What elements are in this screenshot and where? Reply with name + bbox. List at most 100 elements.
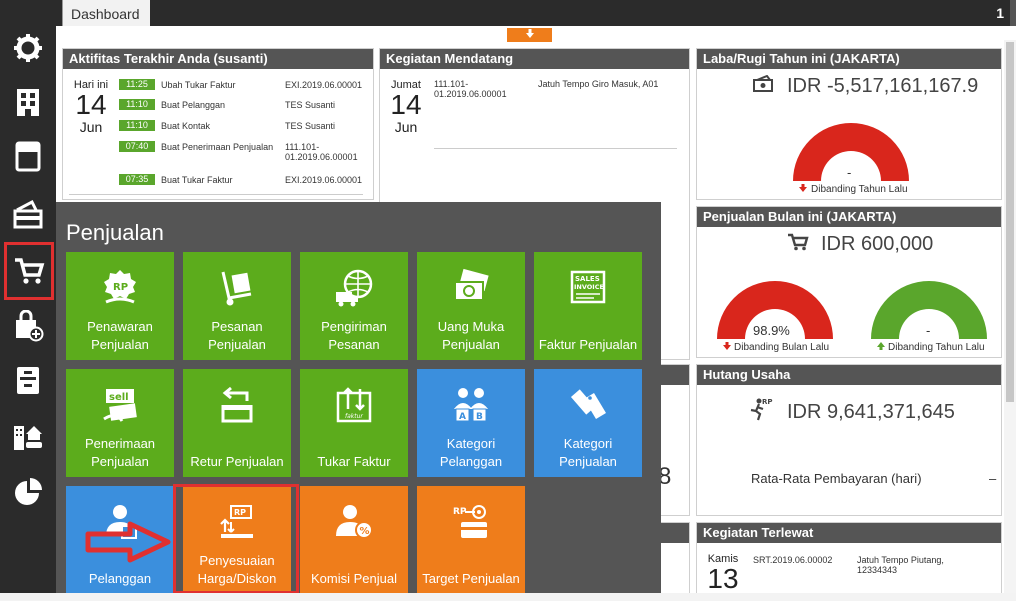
svg-text:%: % xyxy=(360,526,370,537)
tile-retur-penjualan[interactable]: Retur Penjualan xyxy=(183,369,291,477)
sidebar-item-inventory[interactable] xyxy=(6,358,50,402)
sidebar-item-cash-bank[interactable] xyxy=(6,192,50,236)
payable-panel-title: Hutang Usaha xyxy=(697,365,1001,385)
tile-label: Pengiriman Pesanan xyxy=(321,319,387,352)
top-right-handle xyxy=(1010,0,1016,26)
tile-kategori-pelanggan[interactable]: A B Kategori Pelanggan xyxy=(417,369,525,477)
arrow-down-icon xyxy=(525,29,534,38)
profit-note: Dibanding Tahun Lalu xyxy=(811,184,908,195)
highlight-box-annotation xyxy=(173,484,299,594)
activity-action[interactable]: Buat Pelanggan xyxy=(161,100,225,110)
activity-action[interactable]: Ubah Tukar Faktur xyxy=(161,80,236,90)
activity-action[interactable]: Buat Penerimaan Penjualan xyxy=(161,142,273,152)
tile-komisi-penjual[interactable]: % Komisi Penjual xyxy=(300,486,408,594)
svg-text:SALES: SALES xyxy=(575,275,600,283)
activity-date: Hari ini 14 Jun xyxy=(69,79,113,135)
tile-uang-muka-penjualan[interactable]: Uang Muka Penjualan xyxy=(417,252,525,360)
tile-label: Komisi Penjual xyxy=(311,571,397,586)
sidebar-item-reports[interactable] xyxy=(6,470,50,514)
cart-icon xyxy=(15,258,45,284)
vertical-scrollbar[interactable] xyxy=(1004,40,1016,595)
money-icon xyxy=(753,75,773,92)
delivery-globe-icon xyxy=(336,269,373,307)
svg-text:RP: RP xyxy=(453,507,467,517)
tile-label: Tukar Faktur xyxy=(317,454,391,469)
sales-gauge1-text: 98.9% xyxy=(753,323,790,338)
activity-ref[interactable]: TES Susanti xyxy=(285,100,335,110)
sidebar xyxy=(0,0,56,601)
scrollbar-thumb[interactable] xyxy=(1006,42,1014,402)
gear-icon xyxy=(14,34,42,62)
tile-faktur-penjualan[interactable]: SALES INVOICE Faktur Penjualan xyxy=(534,252,642,360)
activity-ref[interactable]: EXI.2019.06.00001 xyxy=(285,175,362,185)
sales-value: IDR 600,000 xyxy=(821,233,934,255)
svg-text:RP: RP xyxy=(113,282,128,293)
sales-panel-title: Penjualan Bulan ini (JAKARTA) xyxy=(697,207,1001,227)
activity-panel-title: Aktifitas Terakhir Anda (susanti) xyxy=(63,49,373,69)
tile-pengiriman-pesanan[interactable]: Pengiriman Pesanan xyxy=(300,252,408,360)
profit-gauge-text: - xyxy=(847,165,852,180)
sidebar-item-settings[interactable] xyxy=(6,26,50,70)
tile-label: Faktur Penjualan xyxy=(538,337,638,352)
tile-tukar-faktur[interactable]: faktur Tukar Faktur xyxy=(300,369,408,477)
cart-icon xyxy=(788,233,809,251)
sales-panel: Penjualan Bulan ini (JAKARTA) IDR 600,00… xyxy=(696,206,1002,358)
top-right-counter[interactable]: 1 xyxy=(996,0,1004,26)
svg-text:RP: RP xyxy=(762,398,773,406)
quotation-icon: RP xyxy=(104,270,136,304)
tile-penerimaan-penjualan[interactable]: sell Penerimaan Penjualan xyxy=(66,369,174,477)
activity-time: 11:10 xyxy=(119,120,155,131)
cash-icon xyxy=(454,268,489,301)
tile-label: Penerimaan Penjualan xyxy=(84,436,156,469)
svg-text:faktur: faktur xyxy=(345,413,363,420)
sidebar-item-sales[interactable] xyxy=(4,242,54,300)
wallet-icon xyxy=(13,199,43,229)
activity-action[interactable]: Buat Tukar Faktur xyxy=(161,175,233,185)
tile-kategori-penjualan[interactable]: Kategori Penjualan xyxy=(534,369,642,477)
profit-value: IDR -5,517,161,167.9 xyxy=(787,75,979,97)
recent-ref[interactable]: SRT.2019.06.00002 xyxy=(753,555,832,565)
top-bar: Dashboard 1 xyxy=(0,0,1016,26)
pie-chart-icon xyxy=(15,478,42,505)
pointer-arrow-annotation xyxy=(85,521,171,563)
tile-pesanan-penjualan[interactable]: Pesanan Penjualan xyxy=(183,252,291,360)
activity-time: 11:25 xyxy=(119,79,155,90)
upcoming-desc[interactable]: Jatuh Tempo Giro Masuk, A01 xyxy=(538,79,658,89)
profit-panel: Laba/Rugi Tahun ini (JAKARTA) IDR -5,517… xyxy=(696,48,1002,200)
recent-desc[interactable]: Jatuh Tempo Piutang, 12334343 xyxy=(857,555,957,575)
divider xyxy=(69,194,363,195)
shopping-bag-add-icon xyxy=(16,310,44,342)
activity-action[interactable]: Buat Kontak xyxy=(161,121,210,131)
sidebar-item-assets[interactable] xyxy=(6,414,50,458)
sales-gauge1-note: Dibanding Bulan Lalu xyxy=(734,342,830,353)
sidebar-item-ledger[interactable] xyxy=(6,134,50,178)
tab-dashboard[interactable]: Dashboard xyxy=(62,0,150,26)
sidebar-item-company[interactable] xyxy=(6,80,50,124)
tile-target-penjualan[interactable]: RP Target Penjualan xyxy=(417,486,525,594)
payable-panel: Hutang Usaha RP IDR 9,641,371,645 Rata-R… xyxy=(696,364,1002,516)
sales-gauge2-note: Dibanding Tahun Lalu xyxy=(888,342,985,353)
sidebar-item-purchase[interactable] xyxy=(6,304,50,348)
down-arrow-icon xyxy=(799,184,807,192)
activity-ref[interactable]: TES Susanti xyxy=(285,121,335,131)
activity-date-num: 14 xyxy=(75,89,107,120)
sales-gauge2-text: - xyxy=(926,323,931,338)
profit-panel-title: Laba/Rugi Tahun ini (JAKARTA) xyxy=(697,49,1001,69)
activity-time: 07:35 xyxy=(119,174,155,185)
customer-category-icon: A B xyxy=(454,388,488,422)
svg-text:INVOICE: INVOICE xyxy=(574,283,604,291)
activity-ref[interactable]: EXI.2019.06.00001 xyxy=(285,80,362,90)
tile-label: Uang Muka Penjualan xyxy=(437,319,505,352)
upcoming-ref[interactable]: 111.101-01.2019.06.00001 xyxy=(434,79,512,99)
tile-penawaran-penjualan[interactable]: RP Penawaran Penjualan xyxy=(66,252,174,360)
activity-time: 07:40 xyxy=(119,141,155,152)
activity-panel: Aktifitas Terakhir Anda (susanti) Hari i… xyxy=(62,48,374,200)
tile-label: Retur Penjualan xyxy=(190,454,284,469)
activity-time: 11:10 xyxy=(119,99,155,110)
payable-avg-value: – xyxy=(989,471,997,486)
tile-label: Kategori Pelanggan xyxy=(439,436,503,469)
collapse-toggle-button[interactable] xyxy=(507,28,552,42)
upcoming-panel-title: Kegiatan Mendatang xyxy=(380,49,689,69)
activity-ref[interactable]: 111.101-01.2019.06.00001 xyxy=(285,142,363,162)
upcoming-date-num: 14 xyxy=(390,89,422,120)
